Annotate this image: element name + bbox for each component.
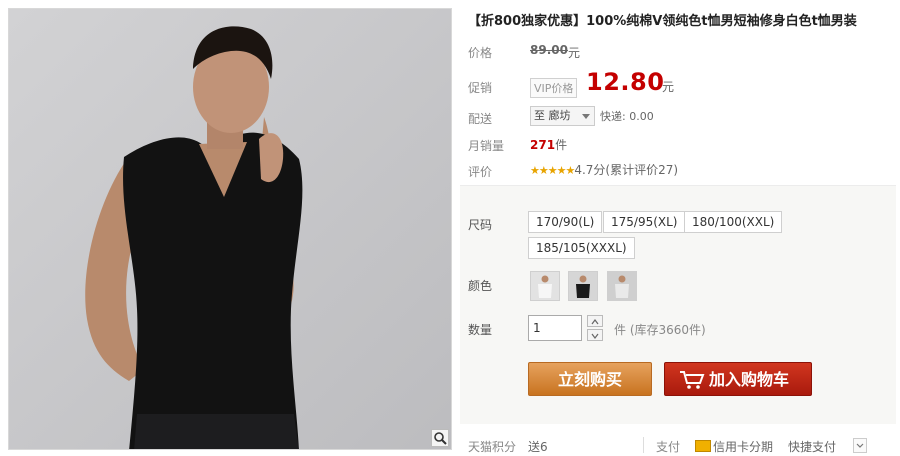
size-label: 尺码 (468, 218, 493, 232)
add-to-cart-button[interactable]: 加入购物车 (664, 362, 812, 396)
points-label: 天猫积分 (468, 440, 517, 454)
product-title: 【折800独家优惠】100%纯棉V领纯色t恤男短袖修身白色t恤男装 (468, 14, 857, 29)
chevron-up-icon (591, 319, 599, 325)
location-value: 至 廊坊 (534, 109, 571, 122)
color-swatch-black[interactable] (568, 271, 598, 301)
original-price: 89.00 (530, 43, 568, 57)
color-swatch-white[interactable] (530, 271, 560, 301)
size-option[interactable]: 170/90(L) (528, 211, 603, 233)
shopping-cart-icon (680, 371, 705, 389)
star-rating-icon: ★★★★★ (530, 164, 575, 177)
chevron-down-icon (856, 443, 864, 448)
points-value: 送6 (528, 440, 548, 454)
vip-price-tag: VIP价格 (530, 78, 578, 98)
size-option[interactable]: 175/95(XL) (603, 211, 686, 233)
monthly-sales-label: 月销量 (468, 139, 505, 153)
sales-count: 271 (530, 138, 556, 152)
delivery-label: 配送 (468, 112, 493, 126)
rating-label: 评价 (468, 165, 493, 179)
credit-card-icon (695, 440, 711, 452)
quantity-label: 数量 (468, 323, 493, 337)
monthly-sales: 271件 (530, 136, 567, 153)
buy-now-button[interactable]: 立刻购买 (528, 362, 652, 396)
quantity-decrease-button[interactable] (587, 329, 603, 341)
magnifier-icon (434, 432, 447, 445)
shipping-fee: 快递: 0.00 (600, 110, 654, 123)
payment-label: 支付 (656, 440, 681, 454)
grey-shirt-swatch (608, 272, 636, 300)
chevron-down-icon (591, 333, 599, 339)
promo-price-unit: 元 (662, 80, 675, 94)
stock-text: 件 (库存3660件) (614, 323, 706, 337)
size-option[interactable]: 185/105(XXXL) (528, 237, 635, 259)
payment-expand-button[interactable] (853, 438, 867, 453)
quick-pay-link[interactable]: 快捷支付 (788, 438, 836, 455)
color-label: 颜色 (468, 279, 493, 293)
model-illustration (9, 9, 451, 449)
quantity-increase-button[interactable] (587, 315, 603, 327)
original-price-unit: 元 (568, 46, 581, 60)
price-label: 价格 (468, 46, 493, 60)
credit-installment-link[interactable]: 信用卡分期 (713, 438, 773, 455)
zoom-button[interactable] (431, 429, 449, 447)
white-shirt-swatch (531, 272, 559, 300)
color-swatch-grey[interactable] (607, 271, 637, 301)
sales-unit: 件 (555, 138, 568, 152)
product-photo[interactable] (8, 8, 452, 450)
promo-label: 促销 (468, 81, 493, 95)
rating-text: 4.7分(累计评价27) (574, 163, 679, 177)
size-option[interactable]: 180/100(XXL) (684, 211, 783, 233)
promo-price: 12.80 (586, 68, 665, 96)
quantity-input[interactable]: 1 (528, 315, 582, 341)
location-select[interactable]: 至 廊坊 (530, 106, 595, 126)
chevron-down-icon (582, 114, 590, 119)
divider (643, 437, 644, 453)
rating[interactable]: ★★★★★4.7分(累计评价27) (530, 161, 678, 178)
original-price-value: 89.00 (530, 43, 568, 57)
black-shirt-swatch (569, 272, 597, 300)
add-to-cart-label: 加入购物车 (709, 370, 790, 389)
